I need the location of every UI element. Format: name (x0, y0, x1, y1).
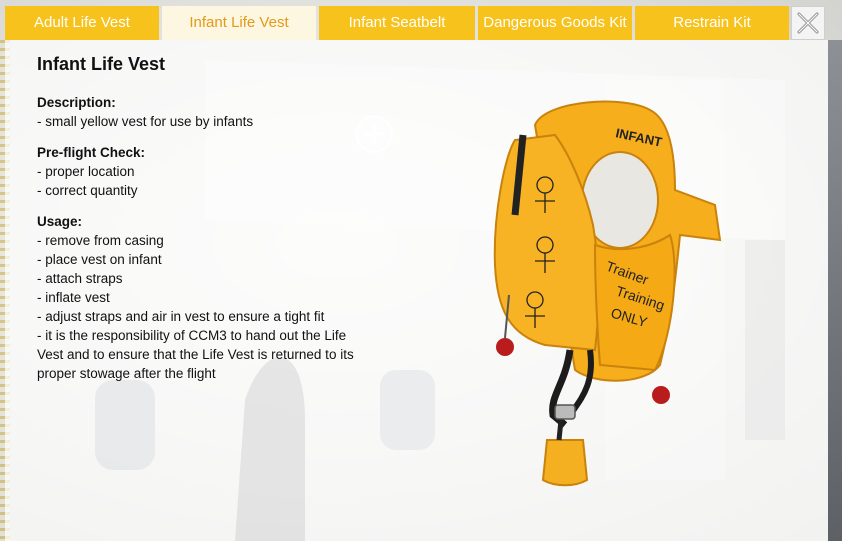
background-edge-right (828, 40, 842, 541)
usage-line: proper stowage after the flight (37, 366, 216, 381)
usage-line: - place vest on infant (37, 252, 162, 267)
close-icon (797, 12, 819, 34)
description-label: Description: (37, 95, 116, 110)
usage-line: Vest and to ensure that the Life Vest is… (37, 347, 354, 362)
item-details: Infant Life Vest Description: - small ye… (37, 52, 417, 395)
infant-life-vest-image: INFANT Trainer Training ONLY (493, 100, 722, 487)
tab-infant-life-vest[interactable]: Infant Life Vest (162, 6, 316, 40)
tab-restrain-kit[interactable]: Restrain Kit (635, 6, 789, 40)
preflight-line: - correct quantity (37, 183, 138, 198)
usage-line: - remove from casing (37, 233, 164, 248)
close-button[interactable] (791, 6, 825, 40)
usage-line: - it is the responsibility of CCM3 to ha… (37, 328, 347, 343)
page-title: Infant Life Vest (37, 54, 166, 74)
preflight-section: Pre-flight Check: - proper location - co… (37, 143, 417, 200)
tab-adult-life-vest[interactable]: Adult Life Vest (5, 6, 159, 40)
description-section: Description: - small yellow vest for use… (37, 93, 417, 131)
usage-label: Usage: (37, 214, 83, 229)
preflight-line: - proper location (37, 164, 135, 179)
usage-section: Usage: - remove from casing - place vest… (37, 212, 417, 383)
usage-line: - attach straps (37, 271, 123, 286)
usage-line: - inflate vest (37, 290, 110, 305)
tab-infant-seatbelt[interactable]: Infant Seatbelt (319, 6, 475, 40)
description-line: - small yellow vest for use by infants (37, 114, 254, 129)
usage-line: - adjust straps and air in vest to ensur… (37, 309, 325, 324)
tab-dangerous-goods-kit[interactable]: Dangerous Goods Kit (478, 6, 632, 40)
preflight-label: Pre-flight Check: (37, 145, 146, 160)
